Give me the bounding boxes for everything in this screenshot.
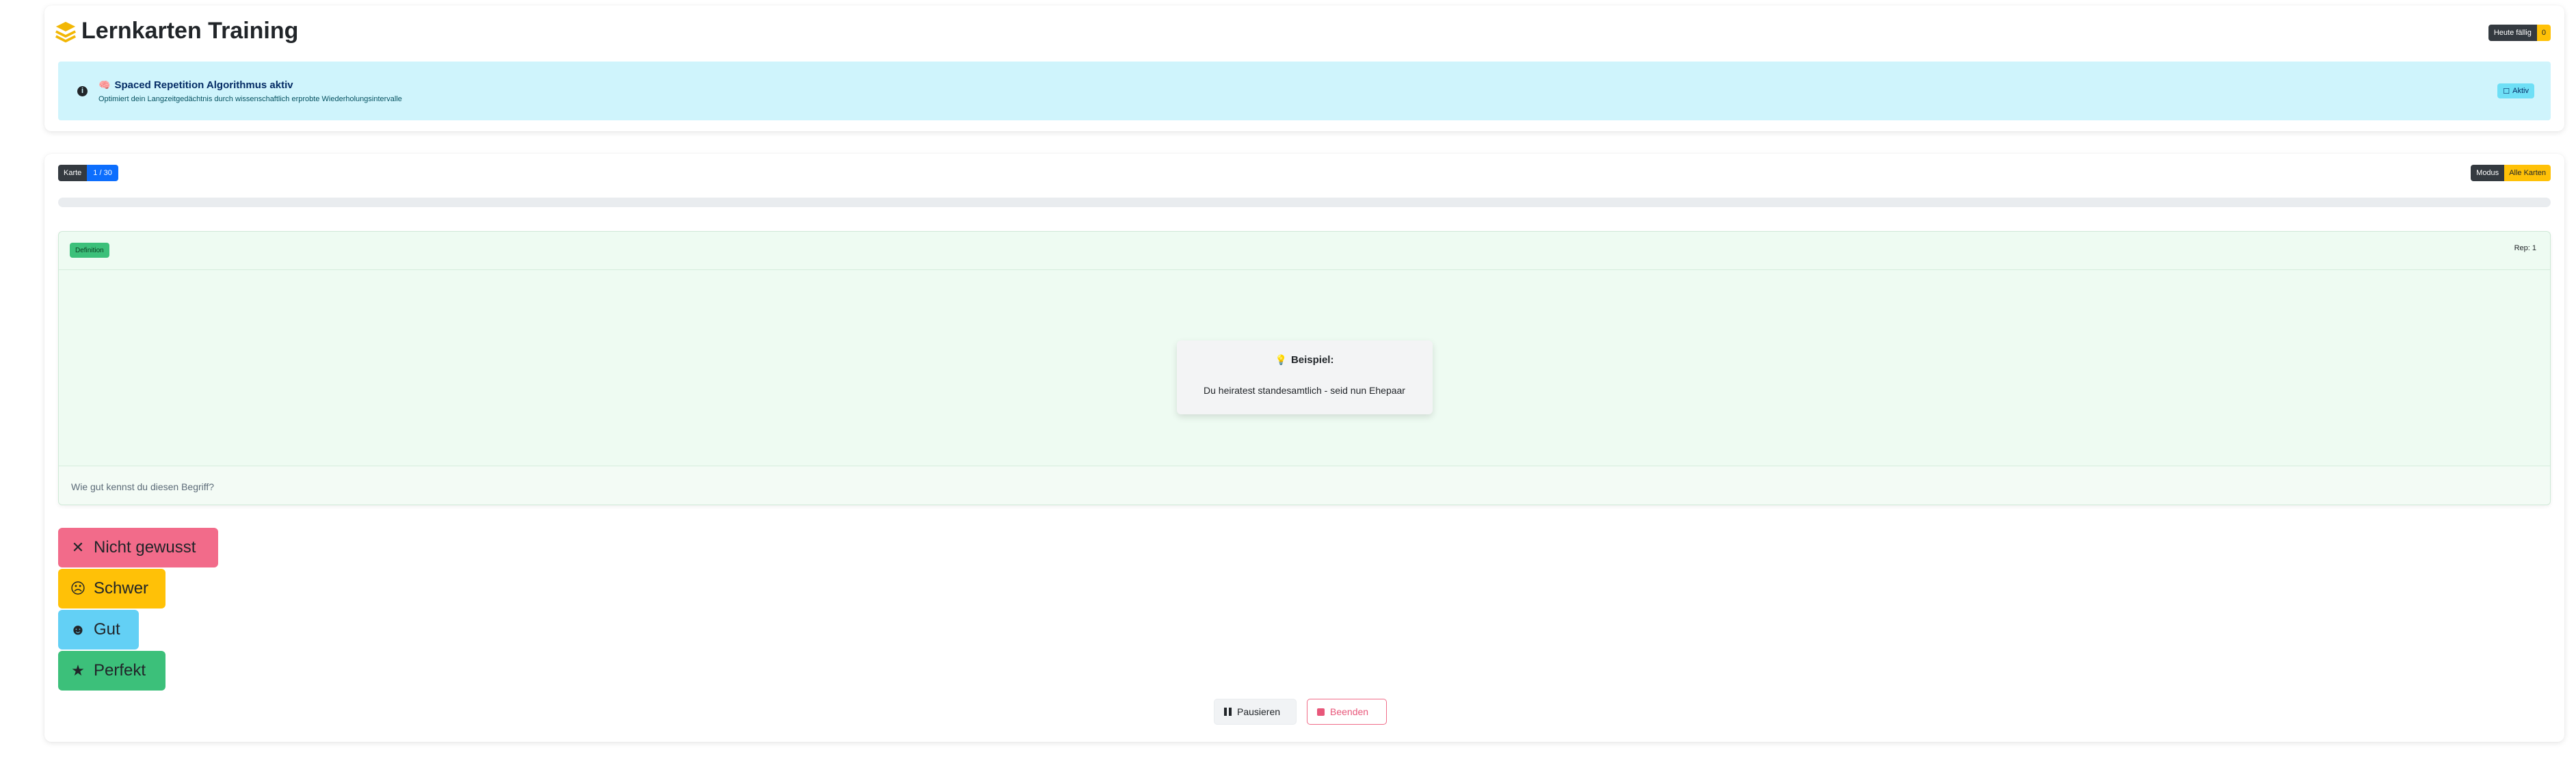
- repetition-count: Rep: 1: [2514, 244, 2536, 252]
- checkbox-icon: ☐: [2503, 87, 2510, 96]
- rating-button-not-known[interactable]: ✕ Nicht gewusst: [58, 528, 218, 567]
- mode-badge: Modus Alle Karten: [2471, 165, 2551, 181]
- pause-icon: [1224, 708, 1232, 716]
- flashcard[interactable]: Definition Rep: 1 💡 Beispiel: Du heirate…: [58, 231, 2551, 505]
- stop-label: Beenden: [1330, 706, 1369, 717]
- alert-description: Optimiert dein Langzeitgedächtnis durch …: [98, 94, 402, 103]
- app-title: Lernkarten Training: [54, 18, 298, 44]
- rating-label: Nicht gewusst: [94, 538, 196, 557]
- rating-button-perfect[interactable]: ★ Perfekt: [58, 651, 165, 691]
- flashcard-footer: Wie gut kennst du diesen Begriff?: [59, 466, 2550, 505]
- example-title-text: Beispiel:: [1290, 354, 1334, 366]
- due-today-badge: Heute fällig 0: [2488, 25, 2551, 41]
- stop-button[interactable]: Beenden: [1307, 699, 1387, 725]
- example-box: 💡 Beispiel: Du heiratest standesamtlich …: [1176, 340, 1433, 414]
- example-title: 💡 Beispiel:: [1177, 354, 1433, 366]
- active-status-badge: ☐ Aktiv: [2497, 83, 2534, 98]
- card-counter-label: Karte: [58, 165, 88, 181]
- app-title-text: Lernkarten Training: [81, 18, 299, 44]
- rating-button-good[interactable]: ☻ Gut: [58, 610, 139, 650]
- card-counter-badge: Karte 1 / 30: [58, 165, 118, 181]
- card-type-badge: Definition: [70, 243, 109, 258]
- session-progress-bar: [58, 198, 2551, 207]
- active-status-label: Aktiv: [2512, 87, 2529, 95]
- due-today-count: 0: [2536, 25, 2551, 41]
- lightbulb-icon: 💡: [1275, 354, 1287, 365]
- pause-label: Pausieren: [1237, 706, 1281, 717]
- info-icon: i: [77, 85, 88, 96]
- star-icon: ★: [71, 662, 85, 679]
- info-alert: i 🧠 Spaced Repetition Algorithmus aktiv …: [58, 62, 2551, 120]
- alert-title-text: Spaced Repetition Algorithmus aktiv: [114, 79, 293, 91]
- flashcard-header: Definition Rep: 1: [59, 232, 2550, 270]
- training-panel: Karte 1 / 30 Modus Alle Karten Definitio…: [44, 154, 2564, 742]
- pause-button[interactable]: Pausieren: [1214, 699, 1297, 725]
- brain-icon: 🧠: [98, 79, 111, 90]
- rating-label: Gut: [94, 620, 120, 639]
- rating-prompt: Wie gut kennst du diesen Begriff?: [71, 481, 215, 492]
- layers-icon: [55, 21, 76, 42]
- stop-icon: [1317, 708, 1325, 716]
- rating-label: Schwer: [94, 579, 149, 598]
- due-today-label: Heute fällig: [2488, 25, 2537, 41]
- example-text: Du heiratest standesamtlich - seid nun E…: [1204, 385, 1405, 396]
- mode-label: Modus: [2471, 165, 2505, 181]
- mode-value: Alle Karten: [2504, 165, 2551, 181]
- smile-face-icon: ☻: [70, 621, 86, 638]
- rating-label: Perfekt: [94, 661, 146, 680]
- rating-button-hard[interactable]: ☹ Schwer: [58, 569, 165, 608]
- x-icon: ✕: [71, 539, 85, 556]
- sad-face-icon: ☹: [70, 580, 86, 597]
- alert-title: 🧠 Spaced Repetition Algorithmus aktiv: [98, 79, 402, 91]
- header-panel: Lernkarten Training Heute fällig 0 i 🧠 S…: [44, 5, 2564, 131]
- card-counter-value: 1 / 30: [87, 165, 118, 181]
